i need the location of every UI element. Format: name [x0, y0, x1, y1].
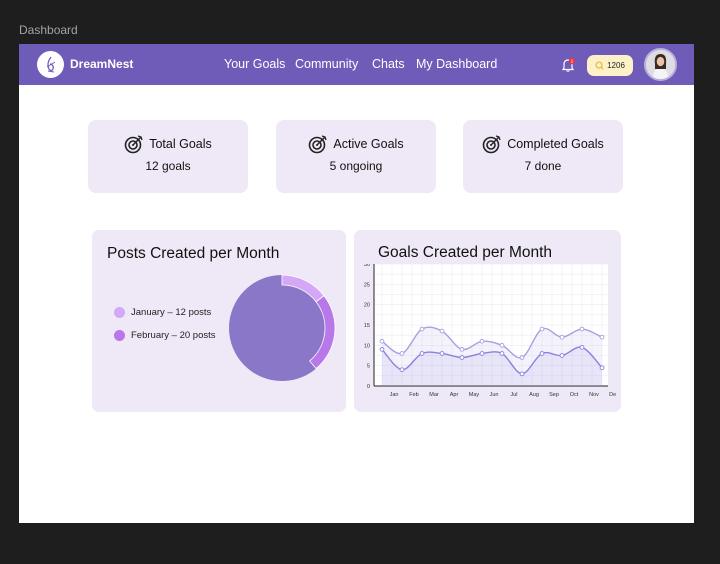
x-tick-label: Feb	[409, 392, 418, 398]
data-point	[499, 342, 505, 348]
y-tick-label: 0	[367, 384, 370, 390]
data-point	[459, 347, 465, 352]
nav-link-community[interactable]: Community	[295, 57, 358, 71]
coin-icon	[595, 61, 604, 70]
legend-label: February – 20 posts	[131, 330, 216, 341]
data-point	[399, 351, 405, 356]
x-tick-label: May	[469, 392, 480, 398]
user-avatar-icon	[646, 50, 675, 79]
avatar[interactable]	[644, 48, 677, 81]
data-point	[599, 334, 605, 340]
stat-title: Completed Goals	[507, 137, 604, 151]
nav-link-your-goals[interactable]: Your Goals	[224, 57, 285, 71]
stat-title: Total Goals	[149, 137, 212, 151]
top-navbar: DreamNest Your Goals Community Chats My …	[19, 44, 694, 85]
legend-label: January – 12 posts	[131, 307, 212, 318]
data-point	[399, 367, 405, 373]
data-point	[379, 338, 385, 344]
data-point	[539, 326, 545, 332]
coin-count: 1206	[607, 61, 625, 70]
data-point	[499, 351, 505, 356]
data-point	[519, 371, 525, 377]
x-tick-label: Oct	[570, 392, 579, 398]
data-point	[539, 351, 545, 356]
target-icon	[309, 135, 328, 154]
stat-card-active-goals: Active Goals 5 ongoing	[276, 120, 436, 193]
coin-balance[interactable]: 1206	[587, 55, 633, 76]
stat-card-total-goals: Total Goals 12 goals	[88, 120, 248, 193]
logo[interactable]	[37, 51, 64, 78]
data-point	[559, 334, 565, 340]
x-tick-label: Mar	[429, 392, 439, 398]
data-point	[559, 353, 565, 358]
stat-value: 12 goals	[145, 159, 191, 173]
x-tick-label: Nov	[589, 392, 599, 398]
data-point	[479, 351, 485, 356]
stat-value: 5 ongoing	[329, 159, 383, 173]
posts-chart-panel: Posts Created per Month January – 12 pos…	[92, 230, 346, 412]
y-tick-label: 15	[364, 323, 370, 329]
y-tick-label: 20	[364, 303, 370, 309]
nav-link-chats[interactable]: Chats	[372, 57, 405, 71]
y-tick-label: 10	[364, 343, 370, 349]
posts-pie-chart	[229, 274, 336, 381]
legend-swatch	[114, 307, 125, 318]
legend-item-february: February – 20 posts	[114, 330, 216, 341]
data-point	[459, 355, 465, 360]
data-point	[519, 355, 525, 360]
goals-line-chart: 0 5 10 15 20 25 30 Jan Feb Mar Apr May Jun Jul Aug Sep O…	[364, 264, 616, 398]
data-point	[419, 351, 425, 356]
y-tick-label: 25	[364, 282, 370, 288]
target-icon	[124, 135, 143, 154]
y-tick-label: 30	[364, 264, 370, 268]
dashboard-frame: DreamNest Your Goals Community Chats My …	[19, 44, 694, 523]
data-point	[599, 365, 605, 371]
y-tick-label: 5	[367, 364, 370, 370]
data-point	[439, 328, 445, 334]
data-point	[439, 351, 445, 356]
brand-name: DreamNest	[70, 57, 134, 71]
data-point	[579, 345, 585, 350]
logo-icon	[46, 56, 55, 72]
goals-chart-panel: Goals Created per Month 0 5 10 15 20 25 30 Jan F…	[354, 230, 621, 412]
nav-link-my-dashboard[interactable]: My Dashboard	[416, 57, 497, 71]
x-tick-label: Apr	[450, 392, 459, 398]
data-point	[419, 326, 425, 332]
x-tick-label: Aug	[529, 392, 539, 398]
stat-value: 7 done	[524, 159, 562, 173]
legend-swatch	[114, 330, 125, 341]
target-icon	[482, 135, 501, 154]
stat-card-completed-goals: Completed Goals 7 done	[463, 120, 623, 193]
x-tick-label: Jun	[490, 392, 499, 398]
notification-bell-icon[interactable]: 1	[560, 57, 576, 73]
x-tick-label: Jul	[510, 392, 517, 398]
chart-title: Posts Created per Month	[107, 245, 280, 262]
data-point	[479, 338, 485, 344]
frame-label: Dashboard	[19, 23, 78, 37]
legend-item-january: January – 12 posts	[114, 307, 211, 318]
x-tick-label: Jan	[390, 392, 399, 398]
data-point	[579, 326, 585, 332]
x-tick-label: Sep	[549, 392, 559, 398]
x-tick-label: Dec	[609, 392, 616, 398]
data-point	[379, 347, 385, 352]
stat-title: Active Goals	[333, 137, 404, 151]
chart-title: Goals Created per Month	[378, 244, 553, 261]
